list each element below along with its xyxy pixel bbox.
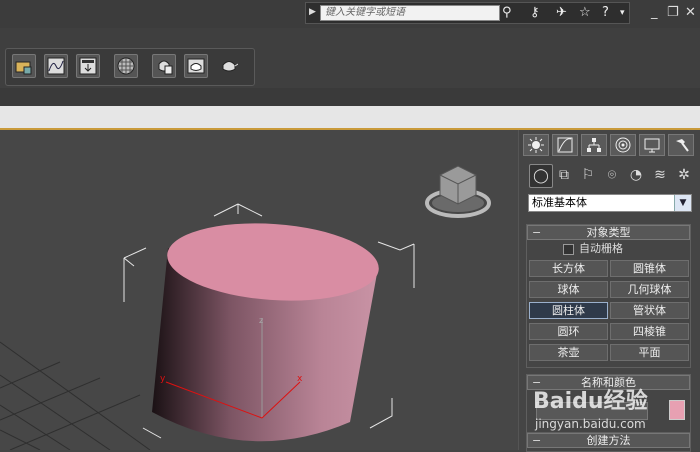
perspective-viewport[interactable]: y x z — [0, 130, 518, 450]
object-type-rollout: − 对象类型 自动栅格 长方体 圆锥体 球体 几何球体 圆柱体 管状体 圆环 四… — [526, 224, 691, 368]
cone-button[interactable]: 圆锥体 — [610, 260, 689, 277]
geosphere-button[interactable]: 几何球体 — [610, 281, 689, 298]
help-dropdown-icon[interactable]: ▾ — [620, 6, 625, 20]
motion-icon — [615, 137, 631, 153]
shapes-icon[interactable]: ⧉ — [553, 164, 575, 186]
home-grid — [0, 341, 151, 450]
restore-icon[interactable]: ❐ — [667, 5, 679, 20]
geometry-sphere-icon[interactable]: ◯ — [529, 164, 553, 188]
dope-sheet-icon — [79, 57, 97, 75]
curve-editor-icon — [47, 57, 65, 75]
plane-button[interactable]: 平面 — [610, 344, 689, 361]
binoculars-icon[interactable]: ⚲ — [502, 6, 512, 20]
main-toolbar — [0, 28, 700, 88]
favorites-star-icon[interactable]: ☆ — [579, 6, 591, 20]
tab-display[interactable] — [639, 134, 665, 156]
torus-button[interactable]: 圆环 — [529, 323, 608, 340]
tube-button[interactable]: 管状体 — [610, 302, 689, 319]
hierarchy-icon — [587, 138, 601, 152]
ribbon-bar — [0, 88, 700, 107]
autogrid-option[interactable]: 自动栅格 — [527, 240, 690, 258]
help-icon[interactable]: ? — [602, 6, 609, 20]
tab-hierarchy[interactable] — [581, 134, 607, 156]
search-input[interactable]: 键入关键字或短语 — [320, 5, 500, 21]
display-monitor-icon — [644, 138, 660, 153]
material-editor-icon — [117, 57, 135, 75]
dope-sheet-button[interactable] — [76, 54, 100, 78]
object-type-title: 对象类型 — [586, 226, 631, 239]
viewcube[interactable] — [425, 165, 491, 218]
ribbon-panel — [0, 106, 700, 130]
tab-motion[interactable] — [610, 134, 636, 156]
material-editor-button[interactable] — [114, 54, 138, 78]
watermark-url: jingyan.baidu.com — [535, 417, 646, 431]
curve-editor-button[interactable] — [44, 54, 68, 78]
collapse-icon: − — [532, 226, 542, 239]
svg-text:x: x — [297, 374, 303, 384]
geometry-type-dropdown[interactable]: 标准基本体 ▼ — [528, 194, 692, 212]
baidu-logo: Baidu经验 — [533, 389, 648, 414]
render-toolbar-group — [5, 48, 255, 86]
cylinder-button[interactable]: 圆柱体 — [529, 302, 608, 319]
utilities-hammer-icon — [676, 139, 689, 152]
autogrid-checkbox[interactable] — [563, 244, 574, 255]
scene-explorer-button[interactable] — [12, 54, 36, 78]
box-button[interactable]: 长方体 — [529, 260, 608, 277]
pyramid-button[interactable]: 四棱锥 — [610, 323, 689, 340]
scene-explorer-icon — [15, 61, 32, 75]
object-type-header[interactable]: − 对象类型 — [527, 225, 690, 240]
infocenter-search-box: ▶ 键入关键字或短语 ⚲ ⚷ ✈ ☆ ? ▾ — [305, 2, 630, 24]
modify-curve-icon — [557, 137, 573, 153]
lights-icon[interactable]: ⚐ — [577, 164, 599, 186]
expand-arrow-icon[interactable]: ▶ — [309, 7, 319, 19]
render-setup-button[interactable] — [152, 54, 176, 78]
create-sun-icon — [528, 137, 544, 153]
baidu-watermark: Baidu经验 jingyan.baidu.com — [533, 383, 663, 450]
chevron-down-icon[interactable]: ▼ — [674, 195, 691, 211]
communication-center-icon[interactable]: ✈ — [556, 6, 567, 20]
svg-text:y: y — [160, 374, 166, 384]
autogrid-label: 自动栅格 — [579, 242, 623, 255]
viewport-scene: y x z — [0, 165, 491, 450]
tab-create[interactable] — [523, 134, 549, 156]
minimize-icon[interactable]: _ — [651, 5, 658, 20]
command-panel-tabs — [523, 134, 699, 156]
key-icon[interactable]: ⚷ — [530, 6, 540, 20]
teapot-icon — [222, 61, 238, 72]
dropdown-value: 标准基本体 — [532, 196, 587, 209]
sphere-button[interactable]: 球体 — [529, 281, 608, 298]
helpers-icon[interactable]: ◔ — [625, 164, 647, 186]
tab-utilities[interactable] — [668, 134, 694, 156]
render-setup-icon — [158, 60, 173, 75]
rendered-frame-icon — [187, 58, 205, 74]
object-color-swatch[interactable] — [669, 400, 685, 420]
rendered-frame-button[interactable] — [184, 54, 208, 78]
tab-modify[interactable] — [552, 134, 578, 156]
svg-text:z: z — [259, 316, 263, 325]
systems-icon[interactable]: ✲ — [673, 164, 695, 186]
title-bar: ▶ 键入关键字或短语 ⚲ ⚷ ✈ ☆ ? ▾ _ ❐ ✕ — [0, 0, 700, 28]
teapot-button[interactable]: 茶壶 — [529, 344, 608, 361]
space-warps-icon[interactable]: ≋ — [649, 164, 671, 186]
cameras-icon[interactable]: ⌾ — [601, 164, 623, 186]
render-production-button[interactable] — [218, 54, 242, 78]
close-icon[interactable]: ✕ — [685, 5, 696, 20]
